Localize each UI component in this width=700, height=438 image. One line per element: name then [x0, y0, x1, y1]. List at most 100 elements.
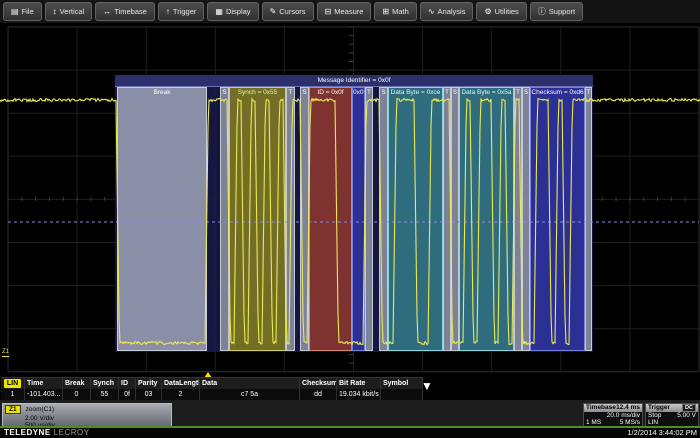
timebase-icon: ↔ [103, 8, 111, 16]
col-bitrate[interactable]: Bit Rate [337, 378, 381, 389]
cursors-icon: ✎ [270, 8, 277, 16]
table-row[interactable]: 1 -101.403... 0 55 0f 03 2 c7 5a dd 19.0… [1, 389, 423, 400]
decode-segment-label: S [523, 89, 529, 97]
trigger-icon: ↑ [166, 8, 170, 16]
brand-lecroy: LECROY [54, 428, 90, 437]
decode-segment-label: T [287, 89, 294, 97]
menu-math-label: Math [392, 7, 409, 16]
cell-symbol [381, 389, 423, 400]
col-break[interactable]: Break [63, 378, 91, 389]
decode-segment-label: T [366, 89, 372, 97]
timebase-descriptor[interactable]: Timebase 12.4 ms 20.0 ms/div 1 MS 5 MS/s [583, 403, 643, 427]
col-symbol[interactable]: Symbol [381, 378, 423, 389]
decode-segment-parity: 0x03 [352, 87, 365, 351]
decode-segment-start: S [522, 87, 530, 351]
menu-timebase[interactable]: ↔Timebase [95, 2, 155, 21]
zoom-source-label: zoom(C1) [26, 406, 55, 413]
protocol-badge[interactable]: LIN [1, 378, 25, 389]
math-icon: ⊞ [382, 8, 389, 16]
col-synch[interactable]: Synch [91, 378, 119, 389]
decode-segment-label: S [221, 89, 228, 97]
trigger-level: 5.00 V [677, 412, 696, 419]
analysis-icon: ∿ [428, 8, 435, 16]
timebase-rate: 5 MS/s [620, 419, 640, 426]
menu-vertical[interactable]: ↕Vertical [45, 2, 93, 21]
trigger-type: LIN [648, 419, 658, 426]
col-id[interactable]: ID [119, 378, 136, 389]
menu-cursors-label: Cursors [279, 7, 305, 16]
trigger-mode: Stop [648, 412, 661, 419]
decode-segment-stop: T [443, 87, 451, 351]
menu-utilities-label: Utilities [495, 7, 519, 16]
timebase-tdiv: 20.0 ms/div [607, 412, 640, 419]
timebase-offset: 12.4 ms [616, 404, 640, 412]
decode-segment-start: S [451, 87, 459, 351]
decode-segment-start: S [220, 87, 229, 351]
col-time[interactable]: Time [25, 378, 63, 389]
decode-segment-stop: T [585, 87, 592, 351]
teledyne-lecroy-logo: TELEDYNELECROY [4, 428, 90, 438]
col-data[interactable]: Data [200, 378, 300, 389]
trace-label-z1: Z1 [2, 349, 9, 357]
decode-segment-synch: Synch = 0x55 [229, 87, 286, 351]
lin-decode-table: LIN Time Break Synch ID Parity DataLengt… [1, 377, 423, 400]
decode-segment-checksum: Checksum = 0xd6 [530, 87, 585, 351]
decode-segment-start: S [379, 87, 388, 351]
decode-segment-break: Break [117, 87, 207, 351]
menu-support[interactable]: ⓘSupport [530, 2, 583, 21]
message-identifier-banner: Message Identifier = 0x0f [115, 75, 593, 87]
menu-vertical-label: Vertical [60, 7, 85, 16]
decode-segment-stop: T [514, 87, 522, 351]
decode-segment-label: Checksum = 0xd6 [531, 89, 584, 97]
zoom-trace-descriptor[interactable]: Z1 zoom(C1) 2.00 V/div 500 µs/div [2, 403, 172, 427]
col-parity[interactable]: Parity [136, 378, 162, 389]
decode-segment-stop: T [286, 87, 295, 351]
col-datalength[interactable]: DataLength [162, 378, 200, 389]
cell-index: 1 [1, 389, 25, 400]
menu-display-label: Display [226, 7, 251, 16]
menu-trigger-label: Trigger [173, 7, 196, 16]
menu-bar: ▤File ↕Vertical ↔Timebase ↑Trigger ▦Disp… [0, 0, 700, 24]
menu-analysis[interactable]: ∿Analysis [420, 2, 474, 21]
cell-id: 0f [119, 389, 136, 400]
menu-file[interactable]: ▤File [3, 2, 42, 21]
table-expand-button[interactable]: ▼ [421, 380, 433, 392]
decode-segment-label: T [515, 89, 521, 97]
trigger-descriptor[interactable]: Trigger DC Stop 5.00 V LIN [645, 403, 699, 427]
timebase-title: Timebase [586, 404, 616, 412]
bottom-status-strip: Z1 zoom(C1) 2.00 V/div 500 µs/div Timeba… [0, 400, 700, 428]
menu-file-label: File [22, 7, 34, 16]
cell-time: -101.403... [25, 389, 63, 400]
cell-datalength: 2 [162, 389, 200, 400]
decode-segment-label: Synch = 0x55 [230, 89, 285, 97]
vertical-icon: ↕ [53, 8, 57, 16]
oscilloscope-screen: { "menu": { "items": [ {"label":"File","… [0, 0, 700, 438]
col-checksum[interactable]: Checksum [300, 378, 337, 389]
menu-measure[interactable]: ⊟Measure [317, 2, 372, 21]
decode-segment-label: S [301, 89, 308, 97]
decode-segment-label: Break [118, 89, 206, 97]
measure-icon: ⊟ [325, 8, 332, 16]
branding-bar: TELEDYNELECROY 1/2/2014 3:44:02 PM [0, 428, 700, 438]
table-header-row: LIN Time Break Synch ID Parity DataLengt… [1, 378, 423, 389]
menu-measure-label: Measure [334, 7, 363, 16]
decode-segment-label: 0x03 [353, 89, 364, 97]
z1-badge: Z1 [5, 405, 21, 414]
menu-math[interactable]: ⊞Math [374, 2, 416, 21]
decode-segment-label: S [380, 89, 387, 97]
lin-decode-overlay: Message Identifier = 0x0f Break S Synch … [115, 75, 593, 352]
decode-segment-label: S [452, 89, 458, 97]
decode-segment-id: ID = 0x0f [309, 87, 352, 351]
menu-utilities[interactable]: ⚙ Utilities [476, 2, 526, 21]
file-icon: ▤ [11, 8, 19, 16]
datetime-display: 1/2/2014 3:44:02 PM [627, 428, 697, 438]
utilities-icon: ⚙ [484, 8, 491, 16]
cell-break: 0 [63, 389, 91, 400]
trigger-coupling-badge: DC [682, 404, 696, 412]
menu-cursors[interactable]: ✎Cursors [262, 2, 314, 21]
menu-display[interactable]: ▦Display [207, 2, 258, 21]
menu-timebase-label: Timebase [114, 7, 147, 16]
decode-segment-data1: Data Byte = 0xce [388, 87, 443, 351]
cell-bitrate: 19.034 kbit/s [337, 389, 381, 400]
menu-trigger[interactable]: ↑Trigger [158, 2, 204, 21]
